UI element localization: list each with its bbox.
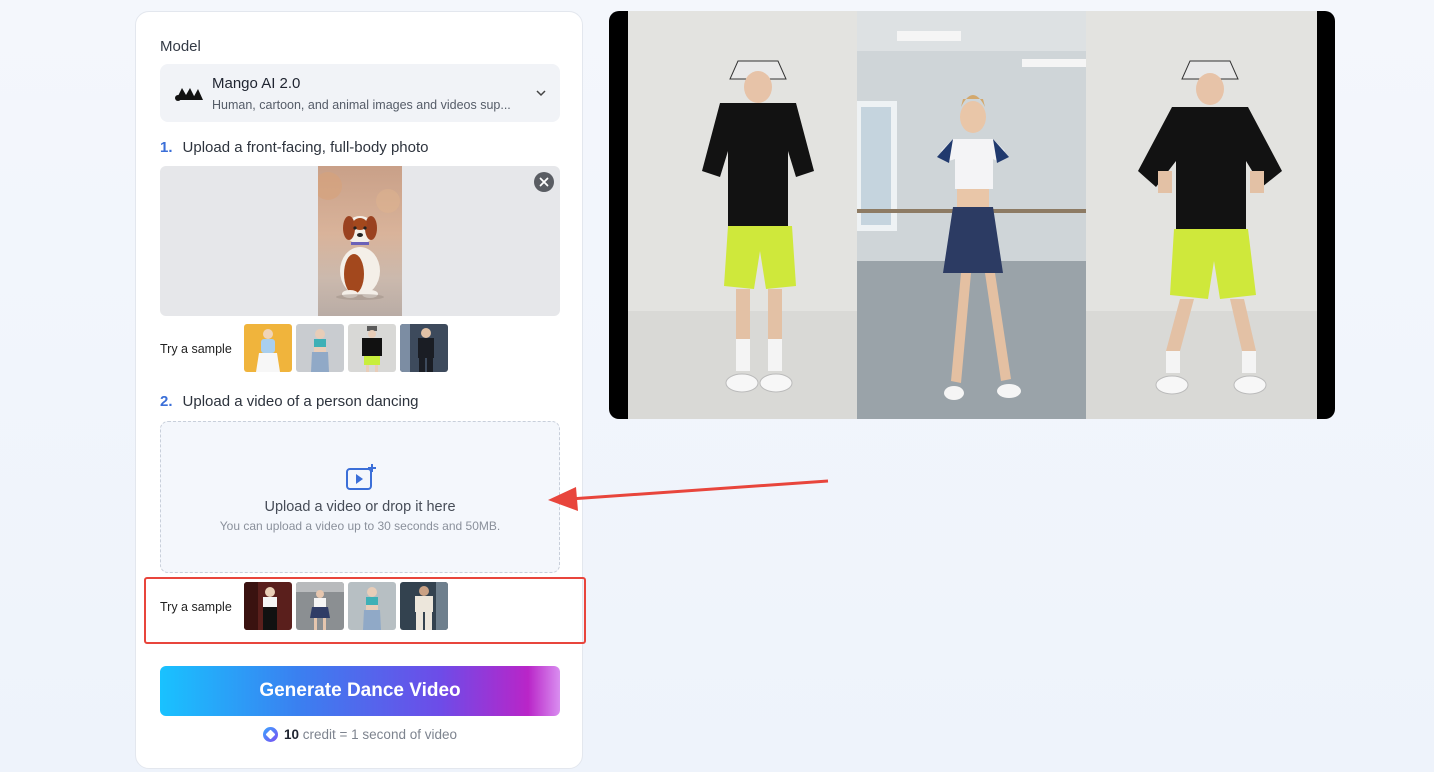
preview-frame-right — [1086, 11, 1317, 419]
photo-sample-thumb[interactable] — [296, 324, 344, 372]
preview-frame-center — [857, 11, 1086, 419]
photo-sample-thumb[interactable] — [244, 324, 292, 372]
step-1-number: 1. — [160, 139, 173, 156]
photo-sample-thumb[interactable] — [400, 324, 448, 372]
video-upload-icon — [346, 464, 376, 490]
result-preview — [609, 11, 1335, 419]
step-2-label: Upload a video of a person dancing — [182, 393, 419, 410]
arrow-annotation-icon — [548, 479, 829, 511]
model-description: Human, cartoon, and animal images and vi… — [212, 98, 511, 112]
video-upload-dropzone[interactable]: Upload a video or drop it here You can u… — [160, 421, 560, 573]
model-select[interactable]: Mango AI 2.0 Human, cartoon, and animal … — [160, 64, 560, 122]
dance-video-panel: Model Mango AI 2.0 Human, cartoon, and a… — [135, 11, 583, 769]
photo-sample-thumb[interactable] — [348, 324, 396, 372]
credit-amount: 10 — [283, 727, 300, 742]
credit-icon — [262, 727, 278, 742]
video-upload-subtitle: You can upload a video up to 30 seconds … — [219, 519, 501, 533]
photo-sample-label: Try a sample — [160, 342, 232, 356]
step-2-heading: 2. Upload a video of a person dancing — [160, 393, 419, 410]
credit-info: 10 credit = 1 second of video — [136, 727, 584, 742]
remove-photo-button[interactable] — [534, 172, 554, 192]
chevron-down-icon — [536, 90, 546, 97]
model-label: Model — [160, 38, 201, 55]
preview-frame-left — [628, 11, 857, 419]
step-1-label: Upload a front-facing, full-body photo — [182, 139, 429, 156]
close-icon — [539, 177, 549, 187]
model-name: Mango AI 2.0 — [212, 75, 301, 92]
uploaded-dog-photo — [314, 166, 402, 316]
sample-highlight-box — [144, 577, 586, 644]
photo-sample-row: Try a sample — [160, 324, 560, 372]
generate-dance-video-button[interactable]: Generate Dance Video — [160, 666, 560, 716]
mango-logo-icon — [175, 88, 203, 101]
photo-upload-area[interactable] — [160, 166, 560, 316]
step-2-number: 2. — [160, 393, 173, 410]
video-upload-title: Upload a video or drop it here — [264, 499, 456, 515]
credit-text: credit = 1 second of video — [299, 727, 457, 742]
step-1-heading: 1. Upload a front-facing, full-body photo — [160, 139, 429, 156]
